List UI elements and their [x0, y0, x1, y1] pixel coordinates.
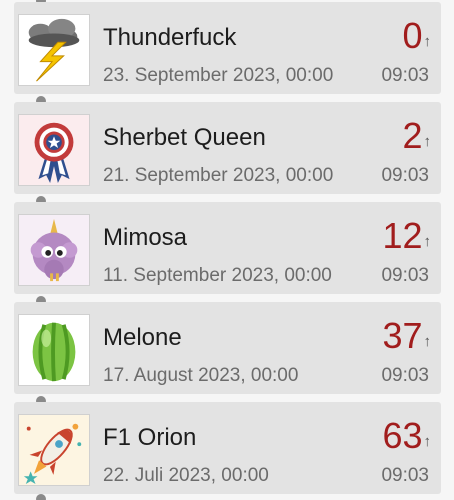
- arrow-up-icon: ↑: [423, 33, 432, 50]
- item-date: 23. September 2023, 00:00: [103, 65, 334, 86]
- item-date: 17. August 2023, 00:00: [103, 365, 299, 386]
- strain-list: Thunderfuck 23. September 2023, 00:00 0 …: [0, 0, 454, 500]
- item-count: 63 ↑: [382, 416, 431, 456]
- rocket-icon: [18, 414, 90, 486]
- item-name: Melone: [103, 324, 182, 351]
- count-value: 37: [382, 315, 423, 356]
- arrow-up-icon: ↑: [423, 133, 432, 150]
- fluffy-monster-icon: [18, 214, 90, 286]
- melon-egg-icon: [18, 314, 90, 386]
- count-value: 12: [382, 215, 423, 256]
- item-time: 09:03: [381, 265, 429, 286]
- item-date: 22. Juli 2023, 00:00: [103, 465, 269, 486]
- item-name: F1 Orion: [103, 424, 197, 451]
- item-count: 0 ↑: [402, 16, 431, 56]
- item-name: Thunderfuck: [103, 24, 237, 51]
- item-time: 09:03: [381, 165, 429, 186]
- count-value: 2: [402, 115, 423, 156]
- item-count: 37 ↑: [382, 316, 431, 356]
- rosette-icon: [18, 114, 90, 186]
- item-name: Sherbet Queen: [103, 124, 266, 151]
- list-item-thunderfuck[interactable]: Thunderfuck 23. September 2023, 00:00 0 …: [14, 2, 441, 94]
- item-time: 09:03: [381, 465, 429, 486]
- item-count: 12 ↑: [382, 216, 431, 256]
- thundercloud-icon: [18, 14, 90, 86]
- item-date: 21. September 2023, 00:00: [103, 165, 334, 186]
- connector-dot: [36, 494, 46, 500]
- item-time: 09:03: [381, 365, 429, 386]
- arrow-up-icon: ↑: [423, 233, 432, 250]
- list-item-mimosa[interactable]: Mimosa 11. September 2023, 00:00 12 ↑ 09…: [14, 202, 441, 294]
- arrow-up-icon: ↑: [423, 433, 432, 450]
- item-time: 09:03: [381, 65, 429, 86]
- list-item-sherbet-queen[interactable]: Sherbet Queen 21. September 2023, 00:00 …: [14, 102, 441, 194]
- item-name: Mimosa: [103, 224, 188, 251]
- arrow-up-icon: ↑: [423, 333, 432, 350]
- list-item-melone[interactable]: Melone 17. August 2023, 00:00 37 ↑ 09:03: [14, 302, 441, 394]
- list-item-f1-orion[interactable]: F1 Orion 22. Juli 2023, 00:00 63 ↑ 09:03: [14, 402, 441, 494]
- count-value: 63: [382, 415, 423, 456]
- count-value: 0: [402, 15, 423, 56]
- item-date: 11. September 2023, 00:00: [103, 265, 332, 286]
- item-count: 2 ↑: [402, 116, 431, 156]
